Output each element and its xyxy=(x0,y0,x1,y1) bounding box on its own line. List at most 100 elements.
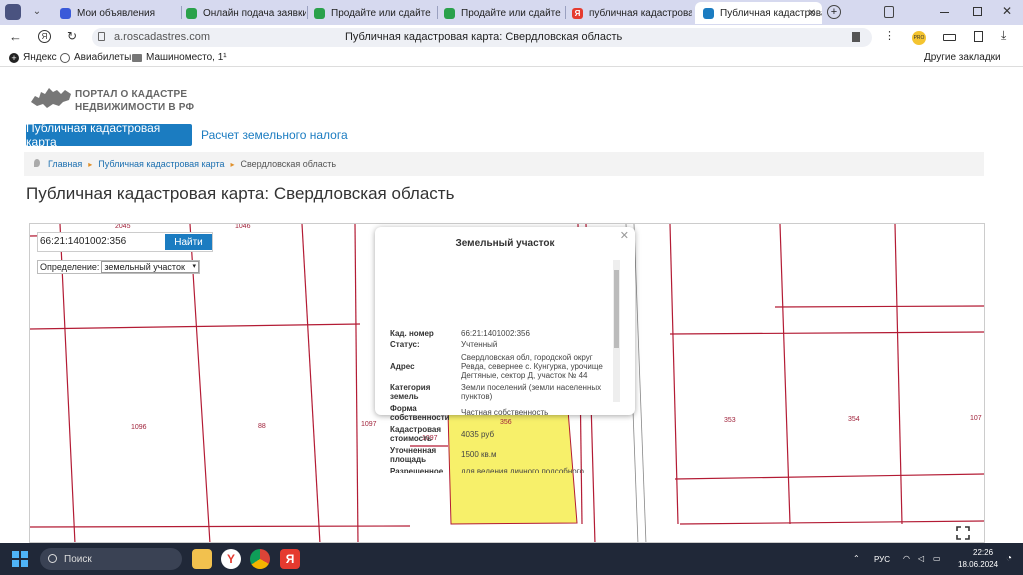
tab-manager-icon[interactable] xyxy=(884,6,894,18)
definition-label: Определение: xyxy=(40,262,100,272)
other-bookmarks[interactable]: Другие закладки xyxy=(924,52,1001,63)
restore-icon[interactable] xyxy=(973,7,982,16)
volume-icon[interactable]: ◁ xyxy=(918,554,924,563)
label-cadastral-value: Кадастровая стоимость xyxy=(390,425,442,443)
file-explorer-icon[interactable] xyxy=(192,549,212,569)
breadcrumb: Главная ▸ Публичная кадастровая карта ▸ … xyxy=(24,152,984,176)
back-icon[interactable]: ← xyxy=(9,29,22,44)
logo-line: ПОРТАЛ О КАДАСТРЕ xyxy=(75,89,188,100)
tab-cadastral-active[interactable]: Публичная кадастрова ✕ xyxy=(695,2,822,24)
logo-text[interactable]: ПОРТАЛ О КАДАСТРЕ НЕДВИЖИМОСТИ В РФ xyxy=(75,88,194,114)
taskbar-search[interactable]: Поиск xyxy=(40,548,182,570)
notifications-icon[interactable]: ◔ xyxy=(1006,553,1012,564)
minimize-icon[interactable] xyxy=(940,12,949,13)
popup-title: Земельный участок xyxy=(455,238,555,249)
breadcrumb-map[interactable]: Публичная кадастровая карта xyxy=(98,159,224,169)
parcel-label: 356 xyxy=(500,419,512,426)
clock-date[interactable]: 18.06.2024 xyxy=(958,560,998,569)
reload-icon[interactable]: ↻ xyxy=(67,29,77,43)
more-icon[interactable]: ⋮ xyxy=(884,29,895,42)
parcel-label: 1097 xyxy=(361,421,377,428)
definition-select[interactable]: земельный участок ▾ xyxy=(101,261,199,273)
browser-menu-button[interactable] xyxy=(5,4,21,20)
search-label: Поиск xyxy=(64,553,92,565)
new-tab-button[interactable]: + xyxy=(827,5,841,19)
location-pin-icon xyxy=(34,159,40,167)
globe-icon xyxy=(60,52,70,63)
reader-icon[interactable] xyxy=(974,31,983,42)
browser-tab-bar: ⌄ Мои объявления Онлайн подача заявки н … xyxy=(0,0,1023,25)
close-window-icon[interactable]: ✕ xyxy=(1002,4,1012,18)
clock-time[interactable]: 22:26 xyxy=(973,548,993,557)
tab-online-application[interactable]: Онлайн подача заявки н xyxy=(186,2,306,24)
bookmark-yandex[interactable]: + Яндекс xyxy=(9,52,57,63)
label-status: Статус: xyxy=(390,340,420,349)
tab-favicon-icon xyxy=(60,7,71,19)
bookmark-label: Яндекс xyxy=(23,52,57,63)
page-title-in-bar: Публичная кадастровая карта: Свердловска… xyxy=(345,31,623,43)
value-permitted-use: для ведения личного подсобного xyxy=(461,467,584,473)
breadcrumb-home[interactable]: Главная xyxy=(48,159,82,169)
find-button[interactable]: Найти xyxy=(165,234,212,250)
bookmark-flights[interactable]: Авиабилеты xyxy=(60,52,131,63)
tab-sell-1[interactable]: Продайте или сдайте в xyxy=(314,2,434,24)
tab-title: Продайте или сдайте в xyxy=(461,7,562,19)
tray-chevron-icon[interactable]: ⌃ xyxy=(853,554,860,563)
bookmark-label: Машиноместо, 1¹ xyxy=(146,52,227,63)
tab-sell-2[interactable]: Продайте или сдайте в xyxy=(444,2,562,24)
tabs-dropdown-icon[interactable]: ⌄ xyxy=(29,4,45,20)
value-status: Учтенный xyxy=(461,340,498,349)
value-area: 1500 кв.м xyxy=(461,450,497,459)
bookmark-parking[interactable]: Машиноместо, 1¹ xyxy=(132,52,227,63)
breadcrumb-separator-icon: ▸ xyxy=(88,159,93,169)
battery-icon[interactable] xyxy=(943,34,956,41)
tab-yandex-cadastral[interactable]: Я публичная кадастрова xyxy=(572,2,692,24)
chrome-icon[interactable] xyxy=(250,549,270,569)
chevron-down-icon: ▾ xyxy=(192,263,196,270)
fullscreen-glyph xyxy=(956,526,970,540)
search-icon xyxy=(48,554,57,563)
yandex-browser-icon[interactable]: Y xyxy=(221,549,241,569)
parcel-label: 1046 xyxy=(235,223,251,230)
bookmark-icon[interactable] xyxy=(852,32,860,42)
label-permitted-use: Разрешенное xyxy=(390,467,444,473)
plus-icon: + xyxy=(9,52,19,63)
label-cadastral-number: Кад. номер xyxy=(390,329,434,338)
nav-public-cadastral-map[interactable]: Публичная кадастровая карта xyxy=(26,121,192,149)
yandex-icon[interactable]: Я xyxy=(280,549,300,569)
close-tab-icon[interactable]: ✕ xyxy=(808,8,816,19)
nav-land-tax[interactable]: Расчет земельного налога xyxy=(201,128,348,142)
logo-line: НЕДВИЖИМОСТИ В РФ xyxy=(75,102,195,113)
label-area: Уточненная площадь xyxy=(390,446,437,464)
tab-title: публичная кадастрова xyxy=(589,7,692,19)
wifi-icon[interactable]: ◠ xyxy=(903,554,910,563)
url-box[interactable]: a.roscadastres.com Публичная кадастровая… xyxy=(92,28,872,47)
scrollbar-thumb[interactable] xyxy=(614,270,619,348)
windows-start-icon[interactable] xyxy=(12,551,28,567)
url-text: a.roscadastres.com xyxy=(114,31,210,43)
taskbar: Поиск Y Я ⌃ РУС ◠ ◁ ▭ 22:26 18.06.2024 ◔ xyxy=(0,543,1023,575)
cadastral-number-input[interactable]: 66:21:1401002:356 xyxy=(40,234,160,250)
download-icon[interactable]: ⤓ xyxy=(1001,28,1006,43)
tab-my-ads[interactable]: Мои объявления xyxy=(60,2,180,24)
input-language[interactable]: РУС xyxy=(874,555,890,564)
parcel-label: 107 xyxy=(970,415,982,422)
popup-scrollbar[interactable] xyxy=(613,260,620,402)
page-content: ПОРТАЛ О КАДАСТРЕ НЕДВИЖИМОСТИ В РФ Публ… xyxy=(0,67,1023,543)
page-title: Публичная кадастровая карта: Свердловска… xyxy=(26,184,455,203)
tab-title: Мои объявления xyxy=(77,7,155,19)
tab-title: Продайте или сдайте в xyxy=(331,7,434,19)
value-cadastral-value: 4035 руб xyxy=(461,430,495,439)
battery-tray-icon[interactable]: ▭ xyxy=(933,554,941,563)
value-cadastral-number: 66:21:1401002:356 xyxy=(461,329,530,338)
parcel-info-popup: ✕ Земельный участок Кад. номер 66:21:140… xyxy=(375,227,635,473)
breadcrumb-region: Свердловская область xyxy=(240,159,337,169)
value-land-category: Земли поселений (земли населенных пункто… xyxy=(461,383,602,401)
tab-title: Онлайн подача заявки н xyxy=(203,7,306,19)
tab-favicon-icon xyxy=(314,7,325,19)
pro-icon[interactable]: PRO xyxy=(912,31,926,45)
fullscreen-icon[interactable] xyxy=(955,525,971,541)
address-bar: ← Я ↻ a.roscadastres.com Публичная кадас… xyxy=(0,25,1023,50)
tab-favicon-icon xyxy=(703,7,714,19)
yandex-icon[interactable]: Я xyxy=(38,30,51,43)
